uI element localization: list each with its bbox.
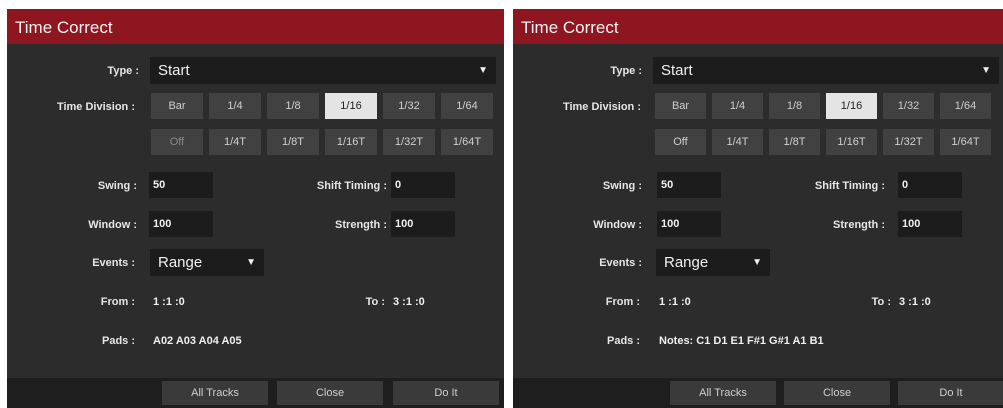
division-bar-button[interactable]: Bar — [655, 93, 706, 119]
to-value[interactable]: 3 :1 :0 — [899, 296, 931, 308]
time-correct-dialog-right: Time Correct Type : Start ▼ Time Divisio… — [513, 9, 1003, 408]
events-label: Events : — [92, 257, 135, 269]
division-1-32-button[interactable]: 1/32 — [883, 93, 934, 119]
to-label: To : — [365, 296, 385, 308]
time-division-grid: Bar 1/4 1/8 1/16 1/32 1/64 Off 1/4T 1/8T… — [655, 93, 991, 155]
shift-timing-field[interactable]: 0 — [898, 172, 962, 198]
division-1-4t-button[interactable]: 1/4T — [712, 129, 763, 155]
division-1-64t-button[interactable]: 1/64T — [441, 129, 493, 155]
division-1-32-button[interactable]: 1/32 — [383, 93, 435, 119]
time-division-label: Time Division : — [56, 101, 135, 113]
pads-label: Pads : — [606, 335, 640, 347]
division-1-4-button[interactable]: 1/4 — [712, 93, 763, 119]
division-off-button[interactable]: Off — [655, 129, 706, 155]
swing-label: Swing : — [602, 180, 642, 192]
strength-label: Strength : — [335, 219, 387, 231]
window-field[interactable]: 100 — [149, 211, 213, 237]
dialog-title: Time Correct — [513, 9, 1003, 44]
type-value: Start — [661, 62, 693, 79]
caret-down-icon: ▼ — [478, 65, 488, 76]
do-it-button[interactable]: Do It — [898, 381, 1003, 405]
time-division-label: Time Division : — [562, 101, 641, 113]
events-value: Range — [158, 254, 203, 271]
division-bar-button[interactable]: Bar — [151, 93, 203, 119]
time-correct-dialog-left: Time Correct Type : Start ▼ Time Divisio… — [7, 9, 504, 408]
strength-field[interactable]: 100 — [898, 211, 962, 237]
shift-timing-field[interactable]: 0 — [391, 172, 455, 198]
dialog-footer: All Tracks Close Do It — [513, 378, 1003, 408]
division-1-4t-button[interactable]: 1/4T — [209, 129, 261, 155]
type-value: Start — [158, 62, 190, 79]
division-1-16-button[interactable]: 1/16 — [826, 93, 877, 119]
shift-timing-label: Shift Timing : — [316, 180, 387, 192]
division-1-4-button[interactable]: 1/4 — [209, 93, 261, 119]
events-dropdown[interactable]: Range ▼ — [150, 249, 264, 276]
type-label: Type : — [107, 65, 139, 77]
division-1-64t-button[interactable]: 1/64T — [940, 129, 991, 155]
from-label: From : — [605, 296, 640, 308]
type-dropdown[interactable]: Start ▼ — [150, 57, 496, 84]
division-1-64-button[interactable]: 1/64 — [940, 93, 991, 119]
division-1-16t-button[interactable]: 1/16T — [325, 129, 377, 155]
division-1-32t-button[interactable]: 1/32T — [883, 129, 934, 155]
pads-value: Notes: C1 D1 E1 F#1 G#1 A1 B1 — [659, 335, 824, 347]
caret-down-icon: ▼ — [246, 257, 256, 268]
dialog-title: Time Correct — [7, 9, 504, 44]
type-dropdown[interactable]: Start ▼ — [653, 57, 999, 84]
division-1-16t-button[interactable]: 1/16T — [826, 129, 877, 155]
pads-value: A02 A03 A04 A05 — [153, 335, 242, 347]
pads-label: Pads : — [101, 335, 135, 347]
type-label: Type : — [610, 65, 642, 77]
from-label: From : — [100, 296, 135, 308]
close-button[interactable]: Close — [277, 381, 383, 405]
from-value[interactable]: 1 :1 :0 — [153, 296, 185, 308]
division-1-32t-button[interactable]: 1/32T — [383, 129, 435, 155]
division-off-button[interactable]: Off — [151, 129, 203, 155]
window-field[interactable]: 100 — [657, 211, 721, 237]
strength-field[interactable]: 100 — [391, 211, 455, 237]
division-1-8t-button[interactable]: 1/8T — [267, 129, 319, 155]
division-1-8-button[interactable]: 1/8 — [769, 93, 820, 119]
division-1-8t-button[interactable]: 1/8T — [769, 129, 820, 155]
to-label: To : — [871, 296, 891, 308]
swing-field[interactable]: 50 — [657, 172, 721, 198]
events-dropdown[interactable]: Range ▼ — [656, 249, 770, 276]
swing-label: Swing : — [97, 180, 137, 192]
from-value[interactable]: 1 :1 :0 — [659, 296, 691, 308]
swing-field[interactable]: 50 — [149, 172, 213, 198]
window-label: Window : — [88, 219, 137, 231]
caret-down-icon: ▼ — [752, 257, 762, 268]
do-it-button[interactable]: Do It — [393, 381, 499, 405]
events-label: Events : — [599, 257, 642, 269]
division-1-16-button[interactable]: 1/16 — [325, 93, 377, 119]
window-label: Window : — [593, 219, 642, 231]
all-tracks-button[interactable]: All Tracks — [670, 381, 776, 405]
all-tracks-button[interactable]: All Tracks — [162, 381, 268, 405]
strength-label: Strength : — [833, 219, 885, 231]
division-1-8-button[interactable]: 1/8 — [267, 93, 319, 119]
time-division-grid: Bar 1/4 1/8 1/16 1/32 1/64 Off 1/4T 1/8T… — [151, 93, 493, 155]
caret-down-icon: ▼ — [981, 65, 991, 76]
division-1-64-button[interactable]: 1/64 — [441, 93, 493, 119]
shift-timing-label: Shift Timing : — [814, 180, 885, 192]
dialog-footer: All Tracks Close Do It — [7, 378, 504, 408]
close-button[interactable]: Close — [784, 381, 890, 405]
to-value[interactable]: 3 :1 :0 — [393, 296, 425, 308]
events-value: Range — [664, 254, 709, 271]
